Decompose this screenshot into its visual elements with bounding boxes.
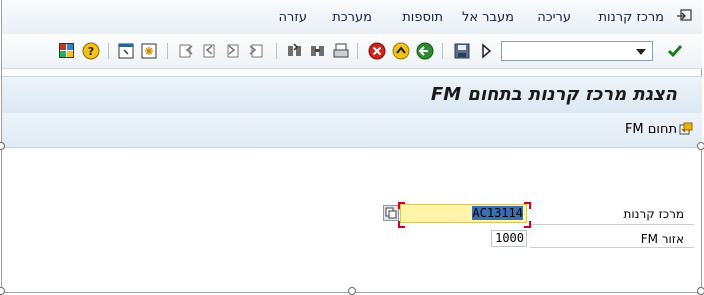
resize-handle[interactable] [0, 287, 5, 295]
page-title: הצגת מרכז קרנות בתחום FM [430, 84, 677, 105]
menu-bar: מרכז קרנות עריכה מעבר אל תוספות מערכת עז… [2, 0, 702, 34]
toolbar-separator [108, 43, 109, 59]
value-help-icon[interactable] [383, 205, 399, 221]
cancel-icon[interactable] [368, 42, 386, 60]
standard-toolbar: ? [2, 34, 702, 69]
customize-layout-icon[interactable] [58, 42, 76, 60]
menu-fund-center[interactable]: מרכז קרנות [598, 10, 664, 25]
back-icon[interactable] [416, 42, 434, 60]
field-underline [530, 247, 694, 248]
focus-corner [524, 202, 531, 209]
menu-goto[interactable]: מעבר אל [462, 10, 514, 25]
toolbar-separator [442, 43, 443, 59]
find-icon[interactable] [309, 42, 327, 60]
resize-handle[interactable] [348, 287, 356, 295]
chevron-down-icon[interactable] [636, 49, 646, 55]
field-underline [530, 224, 694, 225]
exit-system-icon[interactable] [676, 9, 692, 23]
application-toolbar: תחום FM [2, 113, 702, 148]
last-page-icon[interactable] [248, 42, 266, 60]
print-icon[interactable] [332, 42, 350, 60]
focus-corner [398, 202, 405, 209]
toolbar-separator [276, 43, 277, 59]
find-next-icon[interactable] [286, 42, 304, 60]
save-icon[interactable] [453, 42, 471, 60]
screen-title-bar: הצגת מרכז קרנות בתחום FM [2, 76, 702, 114]
enter-icon[interactable] [666, 42, 684, 60]
sap-window: מרכז קרנות עריכה מעבר אל תוספות מערכת עז… [1, 0, 702, 293]
help-icon[interactable]: ? [82, 42, 100, 60]
resize-handle[interactable] [697, 142, 704, 150]
exit-icon[interactable] [392, 42, 410, 60]
svg-text:?: ? [88, 45, 94, 58]
new-session-icon[interactable] [117, 42, 135, 60]
first-page-icon[interactable] [176, 42, 194, 60]
fm-area-field: 1000 [491, 230, 527, 247]
menu-edit[interactable]: עריכה [537, 10, 571, 25]
menu-help[interactable]: עזרה [279, 10, 307, 25]
command-field[interactable] [501, 41, 653, 61]
menu-system[interactable]: מערכת [332, 10, 372, 25]
expand-command-icon[interactable] [477, 42, 495, 60]
fund-center-value: AC13114 [472, 206, 523, 220]
focus-corner [524, 221, 531, 228]
toolbar-separator [167, 43, 168, 59]
menu-extras[interactable]: תוספות [402, 10, 443, 25]
resize-handle[interactable] [697, 287, 704, 295]
focus-corner [398, 221, 405, 228]
fund-center-input[interactable]: AC13114 [400, 204, 527, 223]
next-page-icon[interactable] [224, 42, 242, 60]
prev-page-icon[interactable] [200, 42, 218, 60]
change-area-icon [679, 122, 693, 135]
fund-center-label: מרכז קרנות [623, 207, 685, 221]
shortcut-icon[interactable] [140, 42, 158, 60]
fm-area-label: אזור FM [640, 232, 684, 246]
toolbar-separator [357, 43, 358, 59]
fm-area-button-label: תחום FM [624, 122, 677, 137]
